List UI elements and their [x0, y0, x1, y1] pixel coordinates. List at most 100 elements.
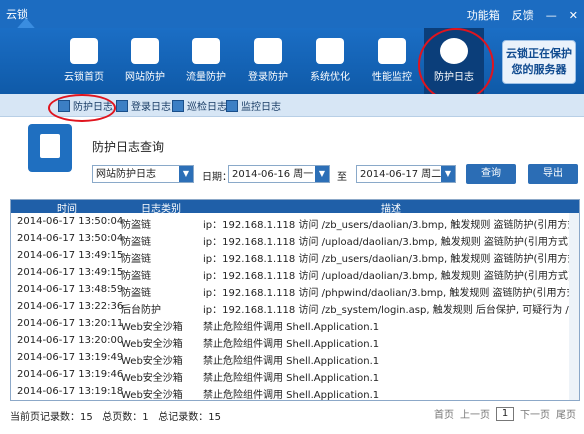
radar-icon: [378, 38, 406, 64]
table-row[interactable]: 2014-06-17 13:20:00 Web安全沙箱 禁止危险组件调用 Shell…: [11, 332, 579, 350]
badge-line-2: 您的服务器: [511, 63, 567, 76]
title-bar: 云锁 功能箱 反馈 — ✕: [0, 0, 584, 28]
log-icon: [226, 99, 238, 112]
page-input[interactable]: 1: [496, 406, 514, 421]
shield-icon: [131, 38, 159, 64]
table-cell: 禁止危险组件调用 Shell.Application.1: [203, 322, 380, 333]
padlock-icon: [254, 38, 282, 64]
table-cell: Web安全沙箱: [121, 322, 183, 333]
nav-home[interactable]: 云锁首页: [54, 28, 114, 94]
highlight-ring: [418, 28, 494, 102]
table-cell: 防盗链: [121, 220, 151, 231]
table-cell: 2014-06-17 13:19:46: [17, 369, 124, 380]
table-row[interactable]: 2014-06-17 13:49:15 防盗链 ip：192.168.1.118 访…: [11, 264, 579, 282]
scrollbar[interactable]: [569, 213, 579, 400]
table-row[interactable]: 2014-06-17 13:50:04 防盗链 ip：192.168.1.118 访…: [11, 213, 580, 231]
badge-line-1: 云锁正在保护: [506, 47, 572, 60]
nav-label: 性能监控: [372, 72, 412, 83]
table-cell: 2014-06-17 13:20:11: [17, 318, 124, 329]
subtab-monitor-log[interactable]: 监控日志: [226, 98, 281, 113]
table-cell: Web安全沙箱: [121, 373, 183, 384]
chevron-down-icon[interactable]: ▼: [441, 166, 455, 182]
table-cell: ip：192.168.1.118 访问 /upload/daolian/3.bm…: [203, 271, 572, 282]
close-button[interactable]: ✕: [569, 9, 578, 22]
table-cell: ip：192.168.1.118 访问 /zb_users/daolian/3.…: [203, 254, 580, 265]
traffic-icon: [192, 38, 220, 64]
table-row[interactable]: 2014-06-17 13:22:36 后台防护 ip：192.168.1.118 …: [11, 298, 579, 316]
table-row[interactable]: 2014-06-17 13:20:11 Web安全沙箱 禁止危险组件调用 Shell…: [11, 315, 579, 333]
record-summary: 当前页记录数：15 总页数：1 总记录数：15: [10, 408, 221, 423]
table-row[interactable]: 2014-06-17 13:48:59 防盗链 ip：192.168.1.118 访…: [11, 281, 580, 299]
end-date-field[interactable]: 2014-06-17 周二 ▼: [356, 165, 456, 183]
first-page-link[interactable]: 首页: [434, 406, 454, 421]
table-row[interactable]: 2014-06-17 13:19:46 Web安全沙箱 禁止危险组件调用 Shell…: [11, 366, 579, 384]
table-cell: Web安全沙箱: [121, 339, 183, 350]
table-cell: 2014-06-17 13:49:15: [17, 267, 124, 278]
prev-page-link[interactable]: 上一页: [460, 406, 490, 421]
table-cell: 后台防护: [121, 305, 161, 316]
nav-system-optimize[interactable]: 系统优化: [300, 28, 360, 94]
log-type-value: 网站防护日志: [96, 169, 156, 180]
next-page-link[interactable]: 下一页: [520, 406, 550, 421]
table-cell: 禁止危险组件调用 Shell.Application.1: [203, 339, 380, 350]
subtab-label: 巡检日志: [187, 102, 227, 113]
table-row[interactable]: 2014-06-17 13:50:04 防盗链 ip：192.168.1.118 访…: [11, 230, 579, 248]
query-button[interactable]: 查询: [466, 164, 516, 184]
table-cell: 2014-06-17 13:50:04: [17, 233, 124, 244]
nav-login-protection[interactable]: 登录防护: [238, 28, 298, 94]
table-row[interactable]: 2014-06-17 13:49:15 防盗链 ip：192.168.1.118 访…: [11, 247, 580, 265]
last-page-link[interactable]: 尾页: [556, 406, 576, 421]
subtab-label: 监控日志: [241, 102, 281, 113]
nav-performance-monitor[interactable]: 性能监控: [362, 28, 422, 94]
chevron-down-icon[interactable]: ▼: [179, 166, 193, 182]
table-cell: Web安全沙箱: [121, 356, 183, 367]
to-label: 至: [337, 172, 347, 183]
log-icon: [116, 99, 128, 112]
protection-badge: 云锁正在保护 您的服务器: [502, 40, 576, 84]
table-row[interactable]: 2014-06-17 13:19:49 Web安全沙箱 禁止危险组件调用 Shell…: [11, 349, 579, 367]
table-cell: ip：192.168.1.118 访问 /phpwind/daolian/3.b…: [203, 288, 580, 299]
feedback-button[interactable]: 反馈: [512, 7, 534, 23]
nav-website-protection[interactable]: 网站防护: [115, 28, 175, 94]
minimize-button[interactable]: —: [546, 9, 557, 22]
titlebar-controls: 功能箱 反馈 — ✕: [467, 7, 578, 23]
table-cell: 禁止危险组件调用 Shell.Application.1: [203, 390, 380, 401]
table-cell: 2014-06-17 13:50:04: [17, 216, 124, 227]
chevron-down-icon[interactable]: ▼: [315, 166, 329, 182]
table-cell: 2014-06-17 13:20:00: [17, 335, 124, 346]
total-records: 总记录数：15: [158, 412, 221, 423]
nav-label: 网站防护: [125, 72, 165, 83]
table-cell: Web安全沙箱: [121, 390, 183, 401]
log-type-select[interactable]: 网站防护日志 ▼: [92, 165, 194, 183]
end-date-value: 2014-06-17 周二: [360, 169, 442, 180]
nav-label: 流量防护: [186, 72, 226, 83]
cloud-lock-icon: [70, 38, 98, 64]
table-cell: ip：192.168.1.118 访问 /zb_users/daolian/3.…: [203, 220, 580, 231]
subtab-highlight-ring: [48, 94, 116, 122]
table-cell: ip：192.168.1.118 访问 /upload/daolian/3.bm…: [203, 237, 572, 248]
log-table: 时间 日志类别 描述 2014-06-17 13:50:04 防盗链 ip：192.…: [10, 199, 580, 401]
rocket-icon: [316, 38, 344, 64]
total-pages: 总页数：1: [102, 412, 149, 423]
table-cell: 防盗链: [121, 237, 151, 248]
table-row[interactable]: 2014-06-17 13:19:18 Web安全沙箱 禁止危险组件调用 Shell…: [11, 383, 579, 400]
log-icon: [172, 99, 184, 112]
subtab-login-log[interactable]: 登录日志: [116, 98, 171, 113]
main-nav: 云锁首页 网站防护 流量防护 登录防护 系统优化 性能监控 防护日志: [0, 28, 584, 94]
table-cell: 禁止危险组件调用 Shell.Application.1: [203, 356, 380, 367]
table-cell: 2014-06-17 13:49:15: [17, 250, 124, 261]
nav-label: 云锁首页: [64, 72, 104, 83]
subtab-inspection-log[interactable]: 巡检日志: [172, 98, 227, 113]
feature-box-button[interactable]: 功能箱: [467, 7, 500, 23]
start-date-field[interactable]: 2014-06-16 周一 ▼: [228, 165, 330, 183]
table-cell: 防盗链: [121, 271, 151, 282]
nav-label: 系统优化: [310, 72, 350, 83]
table-cell: 2014-06-17 13:48:59: [17, 284, 124, 295]
export-button[interactable]: 导出: [528, 164, 578, 184]
table-cell: 2014-06-17 13:19:49: [17, 352, 124, 363]
log-panel-icon: [28, 124, 72, 172]
panel-title: 防护日志查询: [92, 140, 165, 154]
nav-label: 登录防护: [248, 72, 288, 83]
nav-traffic-protection[interactable]: 流量防护: [176, 28, 236, 94]
subtab-label: 登录日志: [131, 102, 171, 113]
